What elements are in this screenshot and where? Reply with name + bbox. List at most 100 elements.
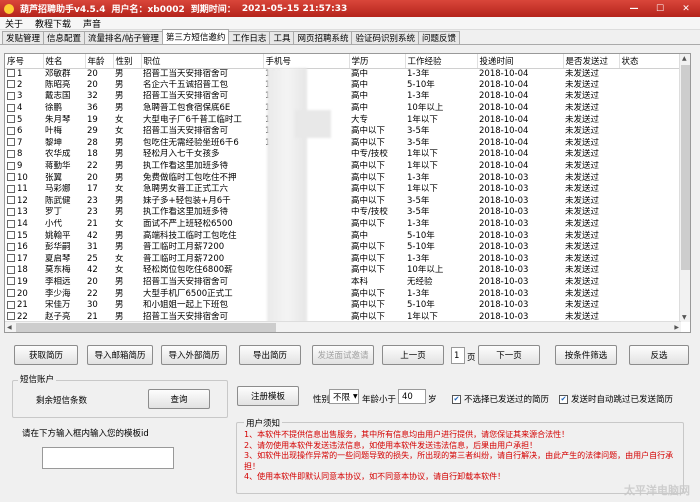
minimize-button[interactable]: — [624, 2, 644, 15]
tab-post-management[interactable]: 发贴管理 [2, 31, 45, 44]
table-row[interactable]: 19 李相远 20 男 招普工当天安排宿舍可 本科 无经验 2018-10-03 未发送过 [5, 277, 679, 289]
row-checkbox[interactable] [7, 138, 15, 147]
row-checkbox[interactable] [7, 300, 15, 309]
row-number: 19 [17, 276, 28, 287]
vertical-scrollbar[interactable]: ▲ ▼ [679, 54, 690, 322]
tab-feedback[interactable]: 问题反馈 [417, 31, 460, 44]
vertical-scroll-thumb[interactable] [681, 65, 690, 270]
row-checkbox[interactable] [7, 277, 15, 286]
table-row[interactable]: 21 宋佳万 30 男 和小姐姐一起上下班包 高中以下 5-10年 2018-10-03 未发送… [5, 300, 679, 312]
export-resume-button[interactable]: 导出简历 [239, 345, 301, 365]
tab-sms-invite[interactable]: 第三方短信邀约 [161, 29, 230, 44]
horizontal-scrollbar[interactable]: ◀ ▶ [5, 321, 681, 332]
table-row[interactable]: 17 夏启琴 25 女 普工临时工月薪7200 高中以下 1-3年 2018-10-03 未发送… [5, 254, 679, 266]
column-header[interactable]: 姓名 [43, 54, 86, 69]
row-checkbox[interactable] [7, 91, 15, 100]
tab-tools[interactable]: 工具 [269, 31, 295, 44]
scroll-left-icon[interactable]: ◀ [7, 324, 12, 331]
table-row[interactable]: 4徐鹏36男急聘普工包食宿保底6E13高中10年以上2018-10-04未发送过 [5, 103, 679, 115]
column-header[interactable]: 性别 [113, 54, 142, 69]
row-checkbox[interactable] [7, 173, 15, 182]
column-header[interactable]: 学历 [349, 54, 406, 69]
horizontal-scroll-thumb[interactable] [16, 323, 276, 332]
menu-about[interactable]: 关于 [5, 17, 23, 30]
column-header[interactable]: 年龄 [85, 54, 114, 69]
skip-sent-checkbox[interactable]: ✔ 不选择已发送过的简历 [452, 393, 549, 405]
column-header[interactable]: 手机号 [263, 54, 350, 69]
prev-page-button[interactable]: 上一页 [382, 345, 444, 365]
scroll-down-icon[interactable]: ▼ [682, 314, 687, 321]
table-cell: 3-5年 [407, 207, 430, 218]
filter-button[interactable]: 按条件筛选 [555, 345, 617, 365]
gender-select[interactable]: 不限 ▼ [329, 389, 359, 404]
tab-info-config[interactable]: 信息配置 [43, 31, 86, 44]
send-invite-button[interactable]: 发送面试邀请 [312, 345, 374, 365]
row-checkbox[interactable] [7, 184, 15, 193]
table-row[interactable]: 13 罗丁 23 男 执工作看这里加班多待 中专/技校 3-5年 2018-10-03 未发送过 [5, 207, 679, 219]
row-checkbox[interactable] [7, 254, 15, 263]
scroll-right-icon[interactable]: ▶ [674, 324, 679, 331]
row-checkbox[interactable] [7, 69, 15, 78]
table-row[interactable]: 10 张翼 20 男 免费做临时工包吃住不押 高中以下 1-3年 2018-10-03 未发送过 [5, 172, 679, 184]
row-checkbox[interactable] [7, 126, 15, 135]
row-checkbox[interactable] [7, 103, 15, 112]
tab-captcha[interactable]: 验证码识别系统 [351, 31, 419, 44]
row-checkbox[interactable] [7, 242, 15, 251]
table-row[interactable]: 2陈昭亮20男名企六千五诚招普工包13高中5-10年2018-10-04未发送过 [5, 80, 679, 92]
template-id-input[interactable] [42, 447, 174, 469]
table-row[interactable]: 9 蒋勤华 22 男 执工作看这里加班多待 高中以下 1年以下 2018-10-04 未发送过 [5, 161, 679, 173]
table-row[interactable]: 7黎坤28男包吃住无需经验坐班6千615高中以下3-5年2018-10-04未发… [5, 138, 679, 150]
row-checkbox[interactable] [7, 207, 15, 216]
tab-traffic-ranking[interactable]: 流量排名/帖子管理 [84, 31, 163, 44]
tab-work-log[interactable]: 工作日志 [228, 31, 271, 44]
menu-sound[interactable]: 声音 [83, 17, 101, 30]
query-button[interactable]: 查询 [148, 389, 210, 409]
row-number: 17 [17, 253, 28, 264]
maximize-button[interactable]: ☐ [650, 2, 670, 15]
table-row[interactable]: 1邓敏群20男招普工当天安排宿舍可160高中1-3年2018-10-04未发送过 [5, 68, 679, 80]
row-checkbox[interactable] [7, 231, 15, 240]
table-row[interactable]: 11 马彩娜 17 女 急聘男女普工正式工六 高中以下 1年以下 2018-10-03 未发送过 [5, 184, 679, 196]
tab-web-recruit[interactable]: 网页招聘系统 [293, 31, 353, 44]
row-checkbox[interactable] [7, 265, 15, 274]
age-input[interactable]: 40 [398, 389, 426, 404]
table-row[interactable]: 15 姚翰平 42 男 高端科技工临时工包吃住 高中 5-10年 2018-10-03 未发送过 [5, 230, 679, 242]
table-row[interactable]: 16 彭华嗣 31 男 普工临时工月薪7200 高中以下 5-10年 2018-10-03 未发… [5, 242, 679, 254]
table-row[interactable]: 18 莫东梅 42 女 轻松岗位包吃住6800薪 高中以下 10年以上 2018-10-03 未… [5, 265, 679, 277]
import-external-resume-button[interactable]: 导入外部简历 [161, 345, 227, 365]
import-mail-resume-button[interactable]: 导入邮箱简历 [87, 345, 153, 365]
table-row[interactable]: 12 陈武健 23 男 妹子多+轻包装+月6千 高中以下 3-5年 2018-10-03 未发送… [5, 196, 679, 208]
column-header[interactable]: 状态 [619, 54, 680, 69]
row-checkbox[interactable] [7, 149, 15, 158]
next-page-button[interactable]: 下一页 [478, 345, 540, 365]
row-checkbox[interactable] [7, 80, 15, 89]
row-number: 10 [17, 172, 28, 183]
close-button[interactable]: ✕ [676, 2, 696, 15]
row-checkbox[interactable] [7, 115, 15, 124]
table-row[interactable]: 3戴志国32男招普工当天安排宿舍可13高中1-3年2018-10-04未发送过 [5, 91, 679, 103]
table-row[interactable]: 14 小代 21 女 面试不严上班轻松6500 高中以下 1-3年 2018-10-03 未发送… [5, 219, 679, 231]
row-checkbox[interactable] [7, 289, 15, 298]
scroll-up-icon[interactable]: ▲ [682, 55, 687, 62]
column-header[interactable]: 职位 [141, 54, 264, 69]
column-header[interactable]: 是否发送过 [563, 54, 620, 69]
menu-tutorial-download[interactable]: 教程下载 [35, 17, 71, 30]
table-row[interactable]: 6叶梅29女招普工当天安排宿舍可18高中以下3-5年2018-10-04未发送过 [5, 126, 679, 138]
register-template-button[interactable]: 注册模板 [237, 386, 299, 406]
column-header[interactable]: 工作经验 [405, 54, 478, 69]
chevron-down-icon: ▼ [353, 393, 358, 400]
row-checkbox[interactable] [7, 161, 15, 170]
table-row[interactable]: 20 李少海 22 男 大型手机厂6500正式工 高中以下 1-3年 2018-10-03 未发… [5, 288, 679, 300]
invert-selection-button[interactable]: 反选 [629, 345, 689, 365]
column-header[interactable]: 投递时间 [477, 54, 564, 69]
fetch-resume-button[interactable]: 获取简历 [14, 345, 78, 365]
table-cell: 男 [115, 195, 124, 206]
row-checkbox[interactable] [7, 196, 15, 205]
column-header[interactable]: 序号 [5, 54, 44, 69]
page-number-input[interactable]: 1 [451, 347, 465, 364]
row-checkbox[interactable] [7, 312, 15, 321]
table-row[interactable]: 8 农华成 18 男 轻松月入七千女孩多 中专/技校 1年以下 2018-10-04 未发送过 [5, 149, 679, 161]
row-checkbox[interactable] [7, 219, 15, 228]
table-row[interactable]: 5朱月琴19女大型电子厂6千普工临时工15大专1年以下2018-10-04未发送… [5, 114, 679, 126]
auto-skip-checkbox[interactable]: ✔ 发送时自动跳过已发送简历 [559, 393, 673, 405]
